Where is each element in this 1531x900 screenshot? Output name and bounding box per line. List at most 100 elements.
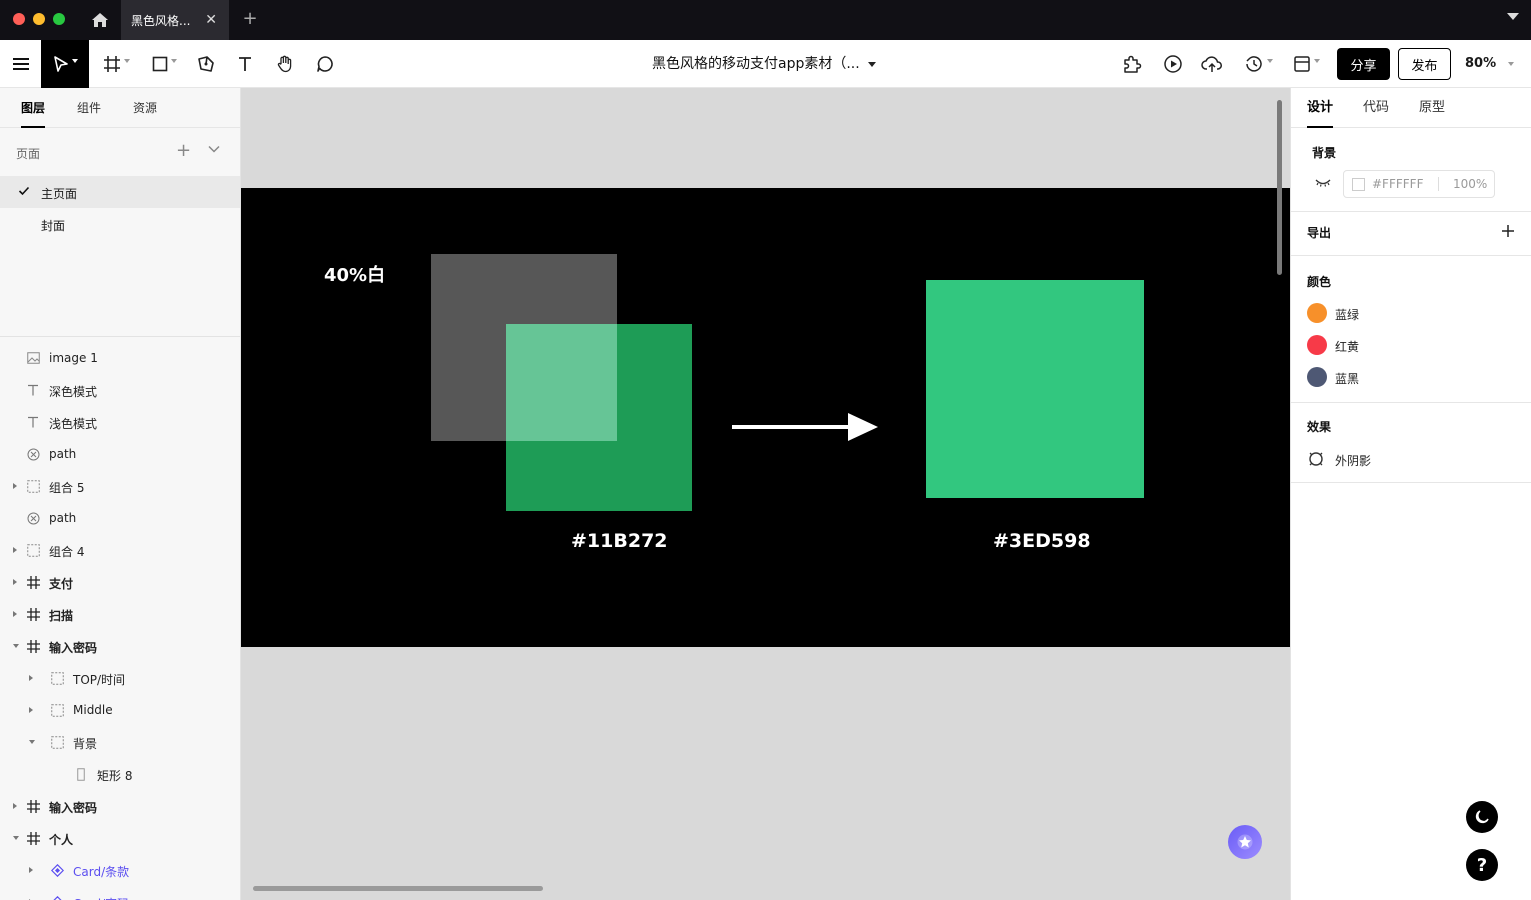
rect-icon <box>74 767 88 781</box>
vertical-scrollbar[interactable] <box>1277 100 1282 275</box>
effects-section-title: 效果 <box>1307 420 1332 434</box>
document-tab[interactable]: 黑色风格... ✕ <box>121 0 229 40</box>
horizontal-scrollbar[interactable] <box>253 886 543 891</box>
share-button[interactable]: 分享 <box>1337 48 1390 80</box>
expand-arrow-icon[interactable] <box>13 579 17 585</box>
collapse-pages-icon[interactable] <box>208 142 220 157</box>
layer-name: Card/密码 <box>73 895 129 900</box>
page-item-cover[interactable]: 封面 <box>0 208 240 240</box>
component-icon <box>50 895 64 900</box>
section-divider <box>1291 211 1531 212</box>
comment-tool-button[interactable] <box>312 40 338 88</box>
layer-item[interactable]: 背景 <box>0 726 240 758</box>
expand-arrow-icon[interactable] <box>29 867 33 873</box>
layer-item[interactable]: 组合 4 <box>0 534 240 566</box>
tab-prototype[interactable]: 原型 <box>1419 88 1445 128</box>
layer-item[interactable]: TOP/时间 <box>0 662 240 694</box>
collapse-arrow-icon[interactable] <box>29 740 35 744</box>
expand-arrow-icon[interactable] <box>13 611 17 617</box>
layer-item[interactable]: 支付 <box>0 566 240 598</box>
publish-button[interactable]: 发布 <box>1398 48 1451 80</box>
add-page-button[interactable]: + <box>176 140 191 161</box>
layers-divider <box>0 336 240 337</box>
layer-item[interactable]: path <box>0 502 240 534</box>
background-opacity[interactable]: 100% <box>1453 177 1487 191</box>
layer-name: TOP/时间 <box>73 673 126 687</box>
tabs-dropdown-icon[interactable] <box>1507 13 1519 20</box>
expand-arrow-icon[interactable] <box>29 675 33 681</box>
layer-name: 深色模式 <box>49 385 98 399</box>
expand-arrow-icon[interactable] <box>13 547 17 553</box>
tab-assets[interactable]: 资源 <box>133 88 157 128</box>
layer-item[interactable]: Card/条款 <box>0 854 240 886</box>
background-color-field[interactable]: #FFFFFF 100% <box>1343 170 1495 198</box>
history-button[interactable] <box>1240 40 1276 88</box>
layer-item[interactable]: 个人 <box>0 822 240 854</box>
shape-tool-button[interactable] <box>146 40 182 88</box>
tab-code[interactable]: 代码 <box>1363 88 1389 128</box>
expand-arrow-icon[interactable] <box>29 707 33 713</box>
star-icon <box>1237 834 1253 850</box>
layer-item[interactable]: image 1 <box>0 342 240 374</box>
layer-item[interactable]: 扫描 <box>0 598 240 630</box>
eye-closed-icon[interactable] <box>1315 177 1331 192</box>
tab-layers[interactable]: 图层 <box>21 88 46 128</box>
ai-assistant-button[interactable] <box>1228 825 1262 859</box>
minimize-window-button[interactable] <box>33 13 45 25</box>
layer-item[interactable]: 输入密码 <box>0 630 240 662</box>
artboard-frame[interactable]: 40%白 #11B272 #3ED598 <box>241 188 1290 647</box>
tab-components[interactable]: 组件 <box>77 88 101 128</box>
play-button[interactable] <box>1160 40 1186 88</box>
pen-tool-button[interactable] <box>193 40 219 88</box>
layer-item[interactable]: Middle <box>0 694 240 726</box>
zoom-caret-icon[interactable] <box>1508 62 1514 66</box>
color-swatch <box>1307 303 1327 323</box>
page-item-main[interactable]: 主页面 <box>0 176 240 208</box>
toolbar: 黑色风格的移动支付app素材（... 分享 发布 80% <box>0 40 1531 88</box>
layer-item[interactable]: path <box>0 438 240 470</box>
layer-item[interactable]: 深色模式 <box>0 374 240 406</box>
layer-name: Card/条款 <box>73 865 130 879</box>
background-swatch[interactable] <box>1352 178 1365 191</box>
layer-name: image 1 <box>49 351 98 365</box>
export-section-title: 导出 <box>1307 226 1332 240</box>
move-tool-button[interactable] <box>41 40 89 88</box>
home-icon[interactable] <box>88 8 112 32</box>
check-icon <box>18 185 30 200</box>
add-export-icon[interactable] <box>1501 224 1515 242</box>
result-square[interactable] <box>926 280 1144 498</box>
document-menu-caret-icon[interactable] <box>868 62 876 67</box>
collapse-arrow-icon[interactable] <box>13 644 19 648</box>
help-button[interactable]: ? <box>1466 849 1498 881</box>
expand-arrow-icon[interactable] <box>13 803 17 809</box>
overlay-label: 40%白 <box>324 265 386 286</box>
text-tool-button[interactable] <box>232 40 258 88</box>
theme-toggle-button[interactable] <box>1466 801 1498 833</box>
zoom-level[interactable]: 80% <box>1465 40 1496 88</box>
field-divider <box>1438 177 1439 191</box>
canvas[interactable]: 40%白 #11B272 #3ED598 <box>241 88 1290 900</box>
close-tab-icon[interactable]: ✕ <box>205 12 217 28</box>
plugins-button[interactable] <box>1119 40 1145 88</box>
background-hex[interactable]: #FFFFFF <box>1372 177 1423 191</box>
hand-tool-button[interactable] <box>272 40 298 88</box>
layer-item[interactable]: 矩形 8 <box>0 758 240 790</box>
pen-icon <box>198 56 214 72</box>
layer-item[interactable]: Card/密码 <box>0 886 240 900</box>
layout-button[interactable] <box>1288 40 1324 88</box>
tab-design[interactable]: 设计 <box>1307 88 1334 128</box>
close-window-button[interactable] <box>13 13 25 25</box>
layer-item[interactable]: 浅色模式 <box>0 406 240 438</box>
frame-tool-button[interactable] <box>98 40 134 88</box>
new-tab-button[interactable]: + <box>240 8 260 32</box>
maximize-window-button[interactable] <box>53 13 65 25</box>
hex-before-label: #11B272 <box>571 530 668 552</box>
upload-button[interactable] <box>1199 40 1225 88</box>
collapse-arrow-icon[interactable] <box>13 836 19 840</box>
layer-item[interactable]: 输入密码 <box>0 790 240 822</box>
expand-arrow-icon[interactable] <box>13 483 17 489</box>
play-icon <box>1164 55 1182 73</box>
document-title[interactable]: 黑色风格的移动支付app素材（... <box>652 40 860 88</box>
layer-item[interactable]: 组合 5 <box>0 470 240 502</box>
main-menu-icon[interactable] <box>8 40 34 88</box>
